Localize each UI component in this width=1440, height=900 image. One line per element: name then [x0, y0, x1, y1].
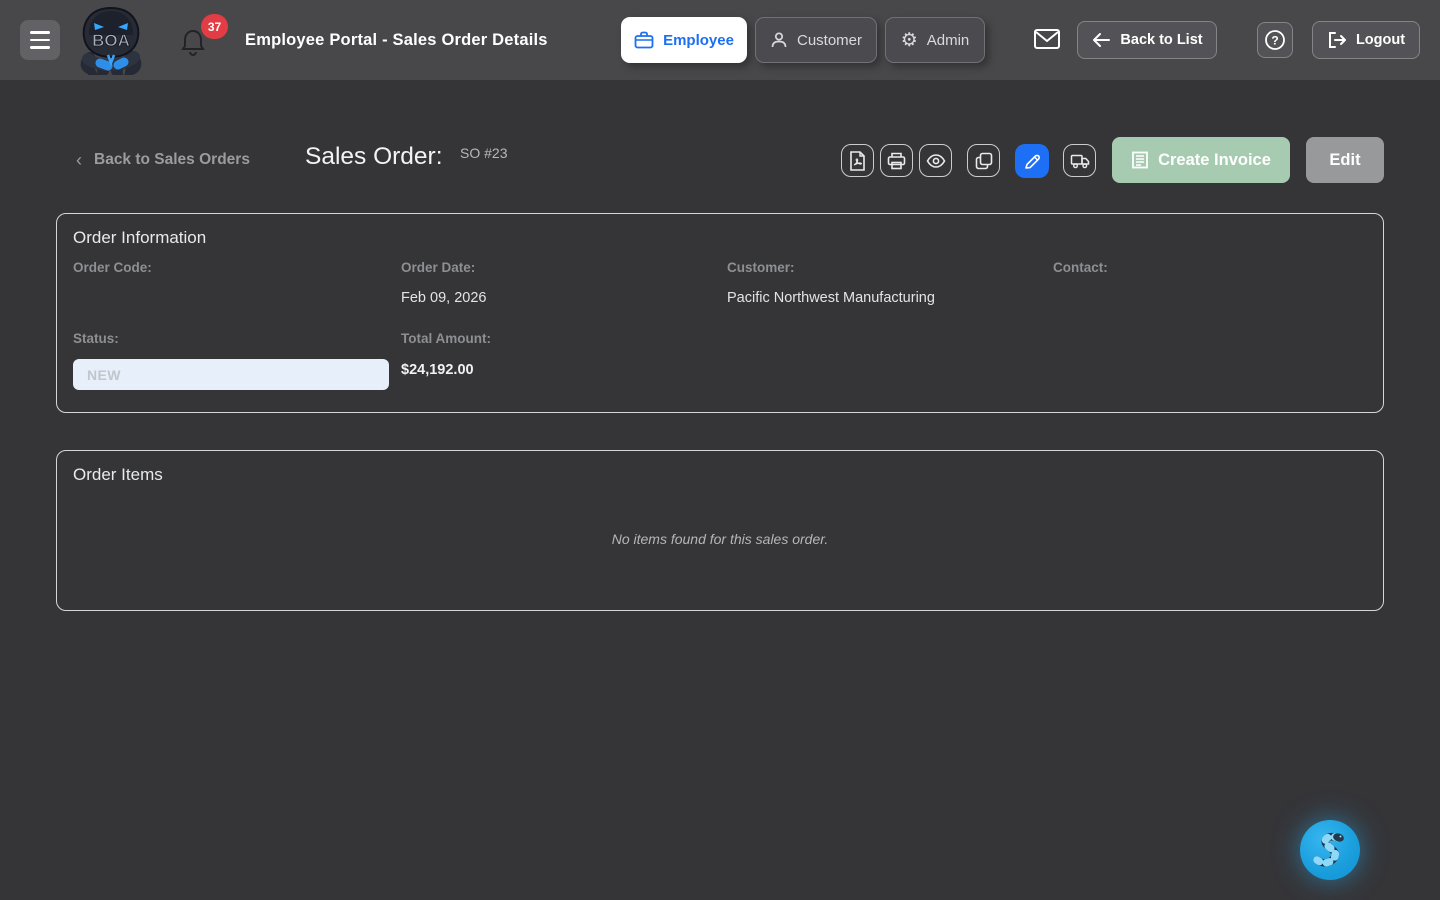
briefcase-icon	[634, 31, 654, 49]
mail-button[interactable]	[1033, 27, 1061, 53]
page-title: Sales Order:	[305, 143, 443, 171]
copy-button[interactable]	[967, 144, 1000, 177]
arrow-left-icon	[1091, 32, 1111, 48]
svg-text:?: ?	[1271, 34, 1278, 48]
edit-button[interactable]: Edit	[1306, 137, 1384, 183]
printer-icon	[887, 152, 906, 170]
status-badge: NEW	[73, 359, 389, 390]
tab-admin-label: Admin	[927, 32, 970, 49]
order-items-card: Order Items No items found for this sale…	[56, 450, 1384, 611]
total-amount-label: Total Amount:	[401, 331, 491, 346]
order-items-title: Order Items	[73, 465, 163, 485]
status-label: Status:	[73, 331, 119, 346]
order-date-value: Feb 09, 2026	[401, 290, 486, 306]
create-invoice-label: Create Invoice	[1158, 151, 1271, 170]
person-icon	[770, 31, 788, 49]
print-button[interactable]	[880, 144, 913, 177]
shipping-button[interactable]	[1063, 144, 1096, 177]
copy-icon	[975, 152, 993, 170]
preview-button[interactable]	[919, 144, 952, 177]
eye-icon	[926, 154, 946, 168]
portal-tab-group: Employee Customer ⚙ Admin	[621, 17, 985, 63]
tab-admin[interactable]: ⚙ Admin	[885, 17, 985, 63]
tab-employee-label: Employee	[663, 32, 734, 49]
customer-value: Pacific Northwest Manufacturing	[727, 290, 935, 306]
invoice-icon	[1131, 151, 1149, 169]
boa-logo: BOA	[78, 5, 144, 75]
back-to-sales-orders-label: Back to Sales Orders	[94, 151, 250, 169]
contact-label: Contact:	[1053, 260, 1108, 275]
order-reference: SO #23	[460, 145, 507, 161]
snake-icon	[1310, 828, 1350, 872]
logout-icon	[1327, 31, 1347, 49]
help-button[interactable]: ?	[1257, 22, 1293, 58]
back-to-list-label: Back to List	[1120, 32, 1202, 48]
order-information-title: Order Information	[73, 228, 206, 248]
chevron-left-icon: ‹	[76, 150, 82, 171]
app-title: Employee Portal - Sales Order Details	[245, 0, 548, 80]
assistant-chat-fab[interactable]	[1300, 820, 1360, 880]
mail-icon	[1033, 27, 1061, 51]
question-circle-icon: ?	[1264, 29, 1286, 51]
total-amount-value: $24,192.00	[401, 362, 474, 378]
back-to-list-button[interactable]: Back to List	[1077, 21, 1217, 59]
notification-count-badge: 37	[201, 14, 228, 39]
pdf-file-icon	[849, 151, 866, 171]
order-code-label: Order Code:	[73, 260, 152, 275]
customer-label: Customer:	[727, 260, 795, 275]
order-date-label: Order Date:	[401, 260, 475, 275]
logo-text: BOA	[92, 31, 130, 50]
edit-pencil-button[interactable]	[1015, 144, 1049, 178]
create-invoice-button[interactable]: Create Invoice	[1112, 137, 1290, 183]
tab-customer-label: Customer	[797, 32, 862, 49]
logout-label: Logout	[1356, 32, 1405, 48]
tab-employee[interactable]: Employee	[621, 17, 747, 63]
gear-icon: ⚙	[901, 31, 918, 50]
top-navbar: BOA 37 Employee Portal - Sales Order Det…	[0, 0, 1440, 80]
order-items-empty-message: No items found for this sales order.	[57, 531, 1383, 547]
tab-customer[interactable]: Customer	[755, 17, 877, 63]
hamburger-menu-button[interactable]	[20, 20, 60, 60]
pencil-icon	[1024, 153, 1041, 170]
back-to-sales-orders-link[interactable]: ‹ Back to Sales Orders	[76, 148, 250, 172]
export-pdf-button[interactable]	[841, 144, 874, 177]
notifications-bell-button[interactable]: 37	[178, 22, 228, 64]
logout-button[interactable]: Logout	[1312, 21, 1420, 59]
order-information-card: Order Information Order Code: Order Date…	[56, 213, 1384, 413]
truck-icon	[1070, 153, 1090, 169]
